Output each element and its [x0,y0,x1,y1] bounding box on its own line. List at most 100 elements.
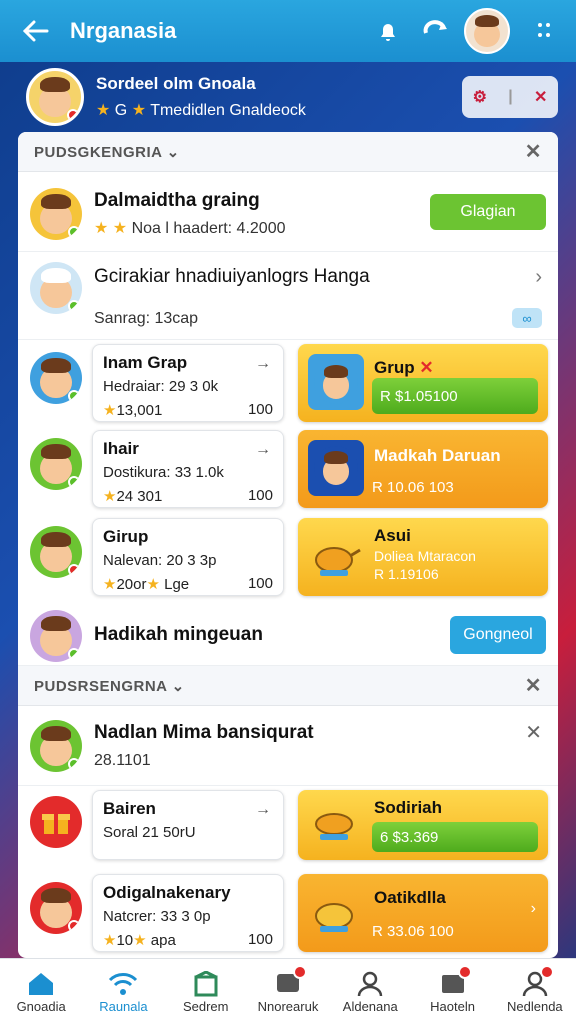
card-footer: ★10★ apa 100 [103,931,273,949]
chevron-right-icon[interactable]: › [531,900,536,918]
reward-card[interactable]: Madkah Daruan R 10.06 103 [298,430,548,508]
rating-label: G [114,102,128,119]
chevron-down-icon[interactable]: ⌄ [172,678,185,695]
avatar [30,352,82,404]
connect-button[interactable]: Gongneol [450,616,546,654]
reward-card[interactable]: Grup ✕ R $1.05100 [298,344,548,422]
gift-card[interactable]: Bairen Soral 21 50rU → [92,790,284,860]
lamp-icon [308,884,364,940]
chevron-right-icon[interactable]: › [535,266,542,289]
arrow-right-icon[interactable]: → [255,355,271,373]
nav-item-person[interactable]: Aldenana [329,959,411,1024]
card-title: Ihair [103,439,139,458]
settings-icon[interactable]: ⚙ [473,87,487,107]
group-card[interactable]: Odigalnakenary Natcrer: 33 3 0p ★10★ apa… [92,874,284,952]
avatar [30,438,82,490]
card-title: Oatikdlla [374,888,446,907]
card-value: R 1.19106 [374,566,439,582]
avatar [308,440,364,496]
gift-icon [30,796,82,848]
row-title: Nadlan Mima bansiqurat [94,722,314,743]
chevron-down-icon[interactable]: ⌄ [167,144,180,161]
list-item[interactable]: Hadikah mingeuan Gongneol [18,604,558,666]
wifi-icon [108,969,138,999]
close-icon[interactable]: ✕ [525,720,542,745]
close-icon[interactable]: ✕ [525,673,542,698]
card-footer: ★20or★ Lge 100 [103,575,273,593]
bottom-navigation: Gnoadia Raunala Sedrem Nnorearuk Aldenan… [0,958,576,1024]
avatar [30,188,82,240]
nav-item-inbox[interactable]: Haoteln [411,959,493,1024]
card-title: Odigalnakenary [103,883,231,902]
nav-item-group[interactable]: Nedlenda [494,959,576,1024]
card-title: Madkah Daruan [374,446,501,465]
mute-icon[interactable]: ✕ [534,87,547,107]
avatar [30,262,82,314]
avatar [30,882,82,934]
reward-card[interactable]: Asui Doliea Mtaracon R 1.19106 [298,518,548,596]
reward-card[interactable]: Oatikdlla R 33.06 100 › [298,874,548,952]
avatar [30,610,82,662]
card-subtitle: Dostikura: 33 1.0k [103,464,224,481]
nav-label: Aldenana [342,999,398,1014]
bell-icon[interactable] [368,11,408,51]
card-footer: ★24 301 100 [103,487,273,505]
divider: | [508,88,513,105]
avatar [308,354,364,410]
refresh-icon[interactable] [416,11,456,51]
notification-badge [457,965,472,979]
store-icon [193,969,219,999]
card-title: Grup ✕ [374,358,434,377]
group-card[interactable]: Ihair Dostikura: 33 1.0k ★24 301 100 → [92,430,284,508]
nav-item-home[interactable]: Gnoadia [0,959,82,1024]
profile-avatar[interactable] [26,68,84,126]
link-icon[interactable]: ∞ [512,308,542,328]
nav-label: Raunala [99,999,148,1014]
list-item[interactable]: Gcirakiar hnadiuiyanlogrs Hanga Sanrag: … [18,252,558,340]
group-card[interactable]: Girup Nalevan: 20 3 3p ★20or★ Lge 100 [92,518,284,596]
profile-subtitle: ★ G ★ Tmedidlen Gnaldeock [96,100,306,120]
back-arrow-icon[interactable] [12,7,60,55]
main-panel: PUDSGKENGRIA ⌄ ✕ Dalmaidtha graing ★ ★ N… [18,132,558,958]
group-card[interactable]: Inam Grap Hedraiar: 29 3 0k ★13,001 100 → [92,344,284,422]
nav-label: Sedrem [182,999,229,1014]
arrow-right-icon[interactable]: → [255,801,271,819]
card-value: R 10.06 103 [372,479,454,496]
more-options-icon[interactable] [524,11,564,51]
card-title: Asui [374,526,411,545]
card-subtitle: Hedraiar: 29 3 0k [103,378,219,395]
nav-label: Haoteln [430,999,475,1014]
section-header: PUDSRSENGRNA ⌄ ✕ [18,666,558,706]
arrow-right-icon[interactable]: → [255,441,271,459]
nav-item-chat[interactable]: Nnorearuk [247,959,329,1024]
list-item[interactable]: Nadlan Mima bansiqurat 28.1101 ✕ [18,706,558,786]
user-avatar[interactable] [464,8,510,54]
row-title: Gcirakiar hnadiuiyanlogrs Hanga [94,266,370,287]
nav-label: Nedlenda [507,999,563,1014]
lamp-icon [308,528,364,584]
join-button[interactable]: Glagian [430,194,546,230]
card-subtitle: Doliea Mtaracon [374,548,476,564]
card-grid: Inam Grap Hedraiar: 29 3 0k ★13,001 100 →… [18,340,558,604]
avatar [30,720,82,772]
card-value: R $1.05100 [372,378,538,414]
close-icon[interactable]: ✕ [525,139,542,164]
reward-card[interactable]: Sodiriah 6 $3.369 [298,790,548,860]
profile-status: Tmedidlen Gnaldeock [150,102,306,119]
section-title: PUDSRSENGRNA [34,677,167,695]
card-title: Inam Grap [103,353,188,372]
person-icon [357,969,383,999]
notification-badge [293,965,308,979]
nav-item-wifi[interactable]: Raunala [82,959,164,1024]
row-subtitle: 28.1101 [94,752,151,769]
list-item[interactable]: Dalmaidtha graing ★ ★ Noa l haadert: 4.2… [18,172,558,252]
notification-badge [539,965,554,979]
nav-item-store[interactable]: Sedrem [165,959,247,1024]
row-title: Dalmaidtha graing [94,190,260,211]
card-title: Sodiriah [374,798,443,817]
card-value: 6 $3.369 [372,822,538,852]
row-title: Hadikah mingeuan [94,624,263,645]
section-header: PUDSGKENGRIA ⌄ ✕ [18,132,558,172]
avatar [30,526,82,578]
card-subtitle: Natcrer: 33 3 0p [103,908,211,925]
